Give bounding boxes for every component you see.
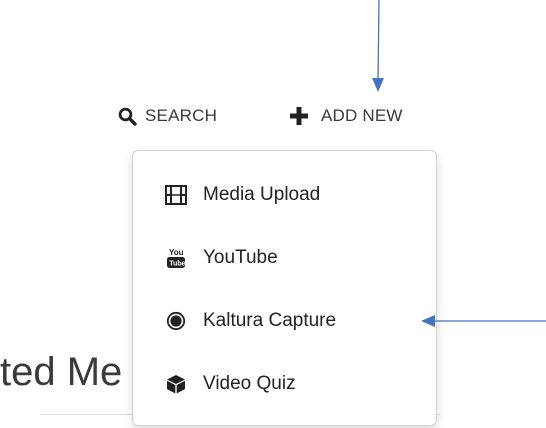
annotation-arrows xyxy=(372,0,546,327)
annotation-arrow-down xyxy=(372,0,384,92)
annotation-arrow-left xyxy=(421,315,546,327)
